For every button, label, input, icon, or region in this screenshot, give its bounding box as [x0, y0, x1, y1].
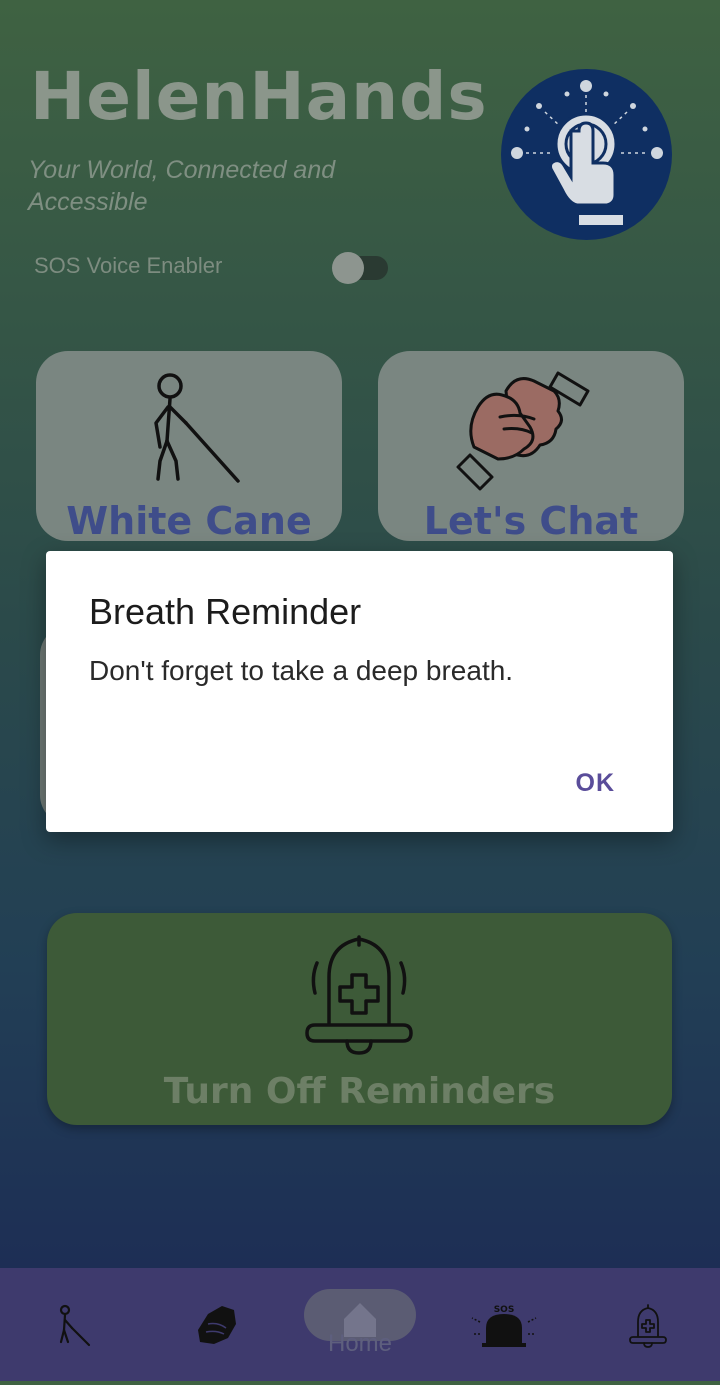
white-cane-person-icon: [59, 1304, 91, 1347]
sos-badge: SOS: [494, 1305, 515, 1315]
app-tagline: Your World, Connected and Accessible: [28, 156, 336, 216]
tap-hand-icon: [511, 80, 663, 225]
dialog-message: Don't forget to take a deep breath.: [89, 655, 514, 686]
turn-off-reminders-label: Turn Off Reminders: [163, 1071, 556, 1112]
dialog-title: Breath Reminder: [89, 591, 362, 632]
white-cane-card[interactable]: White Cane: [36, 351, 342, 541]
white-cane-person-icon: [154, 373, 240, 483]
medical-bell-icon: [305, 935, 413, 1055]
bottom-nav-bar: Home SOS: [0, 1268, 720, 1381]
sos-voice-toggle[interactable]: [332, 252, 388, 284]
dialog-ok-button[interactable]: OK: [564, 765, 628, 802]
turn-off-reminders-button[interactable]: Turn Off Reminders: [47, 913, 672, 1125]
app-title: HelenHands: [30, 58, 488, 135]
sos-voice-label: SOS Voice Enabler: [34, 253, 223, 278]
lets-chat-card[interactable]: Let's Chat: [378, 351, 684, 541]
app-logo: [501, 69, 672, 240]
nav-white-cane[interactable]: [0, 1268, 144, 1381]
sign-language-hands-icon: [198, 1306, 236, 1344]
sign-language-hands-icon: [456, 371, 590, 491]
nav-reminders[interactable]: [576, 1268, 720, 1381]
nav-sos[interactable]: SOS: [432, 1268, 576, 1381]
lets-chat-label: Let's Chat: [423, 499, 639, 541]
sos-siren-icon: SOS: [471, 1305, 537, 1347]
white-cane-label: White Cane: [66, 499, 312, 541]
breath-reminder-dialog: Breath Reminder Don't forget to take a d…: [46, 551, 673, 832]
nav-lets-chat[interactable]: [144, 1268, 288, 1381]
toggle-thumb: [332, 252, 364, 284]
medical-bell-icon: [629, 1304, 667, 1348]
